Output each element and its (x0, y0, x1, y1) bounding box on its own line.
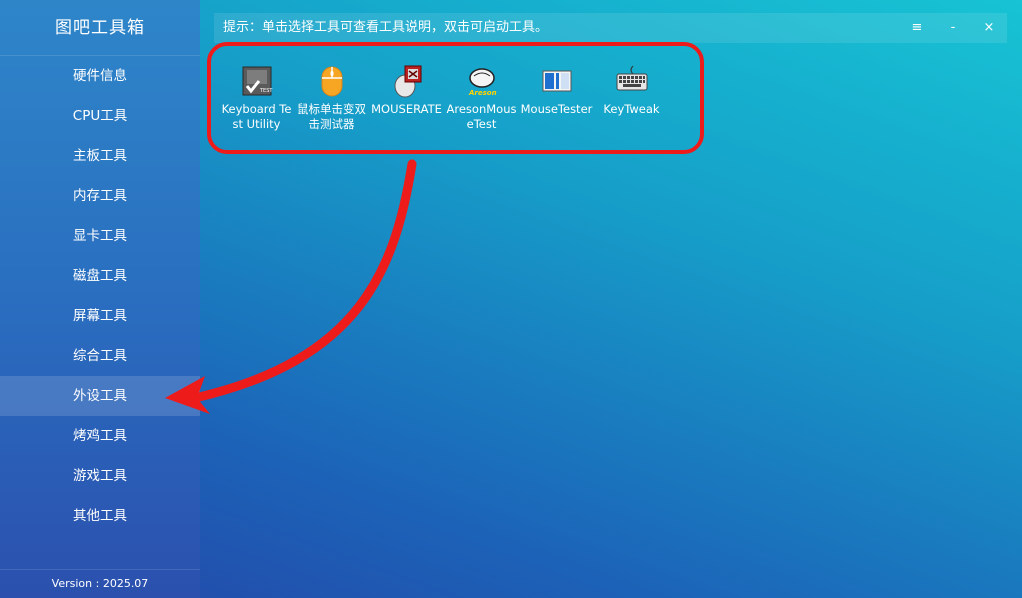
tool-label: KeyTweak (603, 102, 660, 116)
sidebar-item-memory-tools[interactable]: 内存工具 (0, 176, 200, 216)
sidebar-item-screen-tools[interactable]: 屏幕工具 (0, 296, 200, 336)
sidebar-item-general-tools[interactable]: 综合工具 (0, 336, 200, 376)
sidebar-item-cpu-tools[interactable]: CPU工具 (0, 96, 200, 136)
tool-keytweak[interactable]: KeyTweak (594, 60, 669, 117)
menu-button[interactable]: ≡ (903, 13, 931, 43)
tool-label: AresonMouseTest (446, 102, 517, 131)
tool-mousetester[interactable]: MouseTester (519, 60, 594, 117)
tool-label: 鼠标单击变双击测试器 (297, 102, 366, 131)
sidebar: 图吧工具箱 硬件信息 CPU工具 主板工具 内存工具 显卡工具 磁盘工具 屏幕工… (0, 0, 200, 598)
tool-label: Keyboard Test Utility (221, 102, 292, 131)
tool-mouse-click-tester[interactable]: 鼠标单击变双击测试器 (294, 60, 369, 132)
mouse-click-test-icon (315, 64, 349, 98)
keytweak-icon (615, 64, 649, 98)
sidebar-item-gpu-tools[interactable]: 显卡工具 (0, 216, 200, 256)
tool-label: MouseTester (520, 102, 593, 116)
sidebar-nav: 硬件信息 CPU工具 主板工具 内存工具 显卡工具 磁盘工具 屏幕工具 综合工具… (0, 56, 200, 536)
sidebar-item-peripheral-tools[interactable]: 外设工具 (0, 376, 200, 416)
tool-label: MOUSERATE (371, 102, 442, 116)
svg-text:TEST: TEST (259, 88, 273, 94)
tool-keyboard-test-utility[interactable]: TEST Keyboard Test Utility (219, 60, 294, 132)
close-button[interactable]: × (975, 13, 1003, 43)
areson-mouse-icon: Areson (465, 64, 499, 98)
sidebar-item-other-tools[interactable]: 其他工具 (0, 496, 200, 536)
tool-list-highlight: TEST Keyboard Test Utility 鼠标单击变双击测试器 MO… (207, 42, 704, 154)
minimize-button[interactable]: - (939, 13, 967, 43)
sidebar-item-game-tools[interactable]: 游戏工具 (0, 456, 200, 496)
tool-mouserate[interactable]: MOUSERATE (369, 60, 444, 117)
version-label: Version : 2025.07 (0, 569, 200, 598)
sidebar-item-hardware-info[interactable]: 硬件信息 (0, 56, 200, 96)
keyboard-test-icon: TEST (240, 64, 274, 98)
tool-areson-mouse-test[interactable]: Areson AresonMouseTest (444, 60, 519, 132)
app-title: 图吧工具箱 (0, 0, 200, 56)
mousetester-icon (540, 64, 574, 98)
mouserate-icon (390, 64, 424, 98)
svg-text:Areson: Areson (468, 89, 497, 97)
sidebar-item-disk-tools[interactable]: 磁盘工具 (0, 256, 200, 296)
sidebar-item-motherboard-tools[interactable]: 主板工具 (0, 136, 200, 176)
hint-bar: 提示：单击选择工具可查看工具说明，双击可启动工具。 ≡ - × (214, 13, 1007, 43)
hint-text: 提示：单击选择工具可查看工具说明，双击可启动工具。 (223, 20, 549, 35)
sidebar-item-stress-tools[interactable]: 烤鸡工具 (0, 416, 200, 456)
